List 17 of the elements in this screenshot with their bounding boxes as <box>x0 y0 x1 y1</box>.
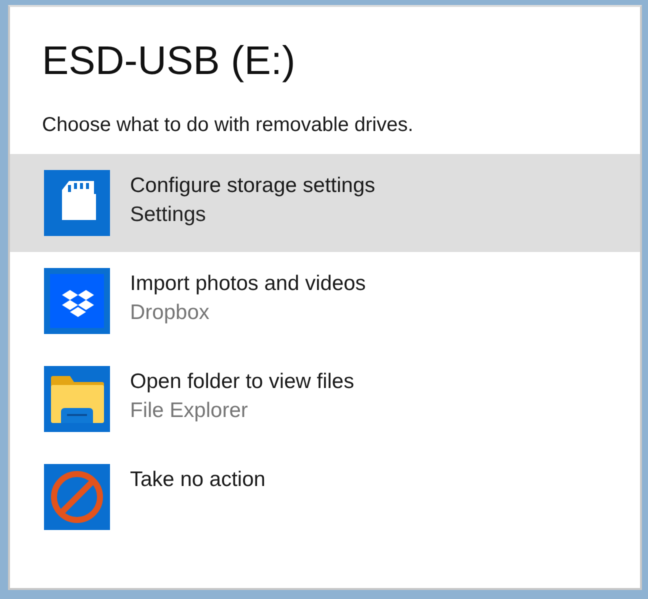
dropbox-icon <box>44 268 110 334</box>
action-label: Take no action <box>130 468 266 492</box>
action-item[interactable]: Configure storage settings Settings <box>10 154 640 252</box>
app-name: File Explorer <box>130 399 249 423</box>
instruction-text: Choose what to do with removable drives. <box>41 113 414 137</box>
prohibited-icon <box>44 464 110 530</box>
action-item[interactable]: Take no action <box>10 448 640 546</box>
action-item[interactable]: Open folder to view files File Explorer <box>10 350 640 448</box>
action-label: Import photos and videos <box>130 272 366 296</box>
folder-icon <box>44 366 110 432</box>
action-label: Open folder to view files <box>130 370 354 394</box>
app-name: Settings <box>130 203 207 227</box>
action-label: Configure storage settings <box>130 174 376 198</box>
drive-title: ESD-USB (E:) <box>41 38 296 84</box>
action-item[interactable]: Import photos and videos Dropbox <box>10 252 640 350</box>
sd-card-icon <box>44 170 110 236</box>
app-name: Dropbox <box>130 301 210 325</box>
